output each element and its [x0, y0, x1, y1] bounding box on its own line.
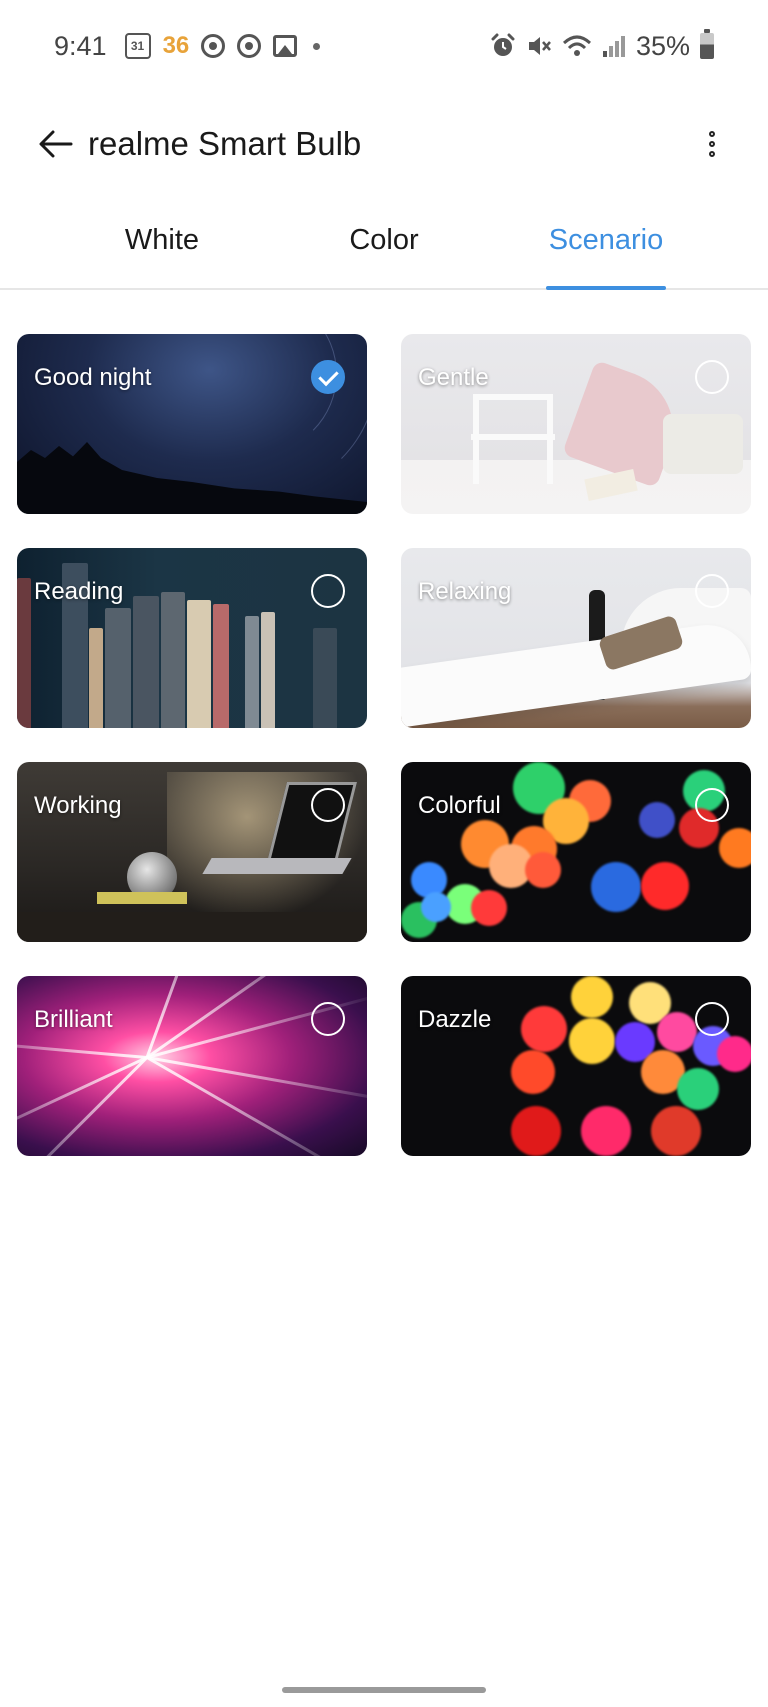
status-bar: 9:41 31 36 35%	[0, 0, 768, 92]
radio-unchecked-icon[interactable]	[311, 1002, 345, 1036]
scenario-label: Gentle	[418, 364, 489, 391]
radio-unchecked-icon[interactable]	[695, 360, 729, 394]
scenario-label: Colorful	[418, 792, 501, 819]
scenario-image-brilliant	[17, 976, 367, 1156]
scenario-card-gentle[interactable]: Gentle	[401, 334, 751, 514]
radio-unchecked-icon[interactable]	[695, 788, 729, 822]
status-time: 9:41	[54, 30, 107, 61]
scenario-label: Dazzle	[418, 1006, 492, 1033]
scenario-card-brilliant[interactable]: Brilliant	[17, 976, 367, 1156]
wifi-icon	[562, 35, 591, 56]
scenario-label: Working	[34, 792, 122, 819]
sync-icon	[201, 34, 226, 58]
more-options-button[interactable]	[692, 124, 732, 164]
scenario-image-good-night	[17, 334, 367, 514]
home-indicator[interactable]	[282, 1687, 486, 1693]
more-vertical-icon	[709, 131, 715, 137]
image-icon	[273, 35, 298, 57]
alarm-icon	[491, 33, 515, 56]
scenario-card-dazzle[interactable]: Dazzle	[401, 976, 751, 1156]
tab-color[interactable]: Color	[304, 224, 464, 257]
scenario-image-relaxing	[401, 548, 751, 728]
radio-unchecked-icon[interactable]	[695, 574, 729, 608]
dot-icon	[313, 42, 321, 50]
page-title: realme Smart Bulb	[88, 125, 362, 162]
tab-bar: White Color Scenario	[0, 210, 768, 290]
scenario-label: Brilliant	[34, 1006, 113, 1033]
tab-scenario[interactable]: Scenario	[526, 224, 686, 257]
temperature-badge: 36	[162, 32, 190, 59]
scenario-image-colorful	[401, 762, 751, 942]
scenario-image-reading	[17, 548, 367, 728]
battery-icon	[700, 29, 714, 59]
arrow-left-icon	[39, 130, 73, 158]
mute-icon	[528, 37, 551, 55]
scenario-label: Relaxing	[418, 578, 512, 605]
scenario-image-gentle	[401, 334, 751, 514]
scenario-image-working	[17, 762, 367, 942]
sync-icon	[237, 34, 262, 58]
scenario-card-working[interactable]: Working	[17, 762, 367, 942]
active-tab-indicator	[546, 286, 666, 290]
calendar-icon: 31	[124, 33, 151, 59]
scenario-card-reading[interactable]: Reading	[17, 548, 367, 728]
radio-checked-icon[interactable]	[311, 360, 345, 394]
radio-unchecked-icon[interactable]	[695, 1002, 729, 1036]
radio-unchecked-icon[interactable]	[311, 788, 345, 822]
scenario-grid: Good night Gentle Reading Relaxing Worki…	[17, 334, 751, 1156]
battery-percent: 35%	[635, 30, 690, 61]
scenario-card-colorful[interactable]: Colorful	[401, 762, 751, 942]
app-header: realme Smart Bulb	[0, 110, 768, 180]
signal-icon	[602, 36, 625, 57]
scenario-label: Good night	[34, 364, 152, 391]
back-button[interactable]	[36, 124, 76, 164]
radio-unchecked-icon[interactable]	[311, 574, 345, 608]
scenario-image-dazzle	[401, 976, 751, 1156]
scenario-card-relaxing[interactable]: Relaxing	[401, 548, 751, 728]
scenario-card-good-night[interactable]: Good night	[17, 334, 367, 514]
tab-white[interactable]: White	[82, 224, 242, 257]
scenario-label: Reading	[34, 578, 124, 605]
